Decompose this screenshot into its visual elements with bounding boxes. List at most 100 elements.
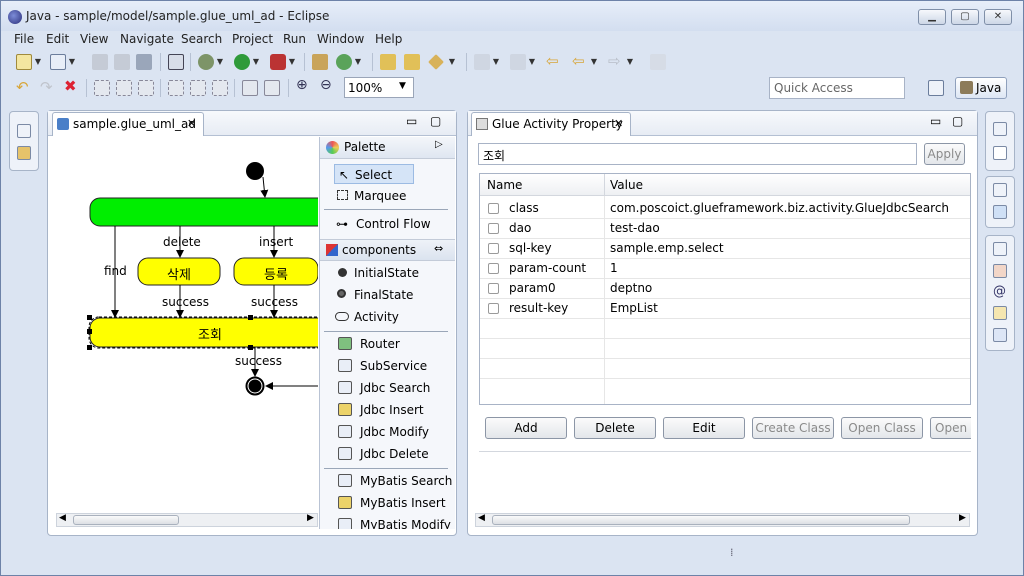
menu-navigate[interactable]: Navigate: [120, 32, 174, 46]
flow-edge[interactable]: [260, 176, 269, 198]
new-icon[interactable]: [16, 54, 32, 70]
menu-edit[interactable]: Edit: [46, 32, 69, 46]
skip-breakpoints-icon[interactable]: [168, 54, 184, 70]
palette-jdbc-search[interactable]: Jdbc Search: [338, 378, 430, 398]
back-dropdown-icon[interactable]: ▼: [590, 54, 598, 70]
selection-handle[interactable]: [248, 315, 253, 320]
open-perspective-icon[interactable]: [928, 80, 944, 96]
minimize-editor-icon[interactable]: ▭: [406, 114, 417, 128]
next-annotation-icon[interactable]: [474, 54, 490, 70]
save-all-icon[interactable]: [114, 54, 130, 70]
initial-state-node[interactable]: [246, 162, 264, 180]
palette-activity[interactable]: Activity: [334, 307, 399, 327]
align-bottom-icon[interactable]: [212, 80, 228, 96]
zoom-out-icon[interactable]: ⊖: [320, 77, 332, 93]
problems-icon[interactable]: [993, 264, 1007, 278]
back-arrow-icon[interactable]: ⇦: [546, 52, 559, 70]
components-drawer-header[interactable]: components ⇔: [320, 239, 455, 261]
maximize-button[interactable]: ▢: [951, 9, 979, 25]
property-view-tab[interactable]: Glue Activity Property ✕: [471, 112, 631, 136]
back-icon[interactable]: ⇦: [572, 52, 585, 70]
selection-handle[interactable]: [87, 315, 92, 320]
apply-button[interactable]: Apply: [924, 143, 965, 165]
save-icon[interactable]: [92, 54, 108, 70]
table-row[interactable]: sql-key sample.emp.select: [480, 238, 970, 258]
restore-icon[interactable]: [993, 183, 1007, 197]
menu-project[interactable]: Project: [232, 32, 273, 46]
scroll-left-icon[interactable]: ◀: [59, 513, 66, 523]
palette-mybatis-insert[interactable]: MyBatis Insert: [338, 493, 446, 513]
palette-mybatis-modify[interactable]: MyBatis Modify: [338, 515, 451, 529]
drawer-collapse-icon[interactable]: ⇔: [434, 242, 443, 255]
restore-icon[interactable]: [993, 122, 1007, 136]
palette-initial-state[interactable]: InitialState: [334, 263, 419, 283]
project-dropdown-icon[interactable]: ▼: [68, 54, 76, 70]
maximize-view-icon[interactable]: ▢: [952, 114, 963, 128]
menu-run[interactable]: Run: [283, 32, 306, 46]
palette-jdbc-insert[interactable]: Jdbc Insert: [338, 400, 424, 420]
property-hscroll-thumb[interactable]: [492, 515, 910, 525]
column-value-header[interactable]: Value: [610, 178, 643, 192]
quick-access-input[interactable]: Quick Access: [769, 77, 905, 99]
align-left-icon[interactable]: [94, 80, 110, 96]
table-row[interactable]: result-key EmpList: [480, 298, 970, 318]
print-icon[interactable]: [136, 54, 152, 70]
new-class-icon[interactable]: [312, 54, 328, 70]
annotation-dropdown-icon[interactable]: ▼: [492, 54, 500, 70]
close-button[interactable]: ✕: [984, 9, 1012, 25]
palette-select-tool[interactable]: ↖ Select: [334, 164, 414, 184]
prev-annotation-icon[interactable]: [510, 54, 526, 70]
palette-subservice[interactable]: SubService: [338, 356, 427, 376]
column-name-header[interactable]: Name: [487, 178, 522, 192]
column-divider[interactable]: [604, 174, 605, 196]
editor-tab[interactable]: sample.glue_uml_ad ✕: [52, 112, 204, 136]
table-row[interactable]: param0 deptno: [480, 278, 970, 298]
scroll-right-icon[interactable]: ▶: [307, 513, 314, 523]
palette-jdbc-delete[interactable]: Jdbc Delete: [338, 444, 429, 464]
debug-dropdown-icon[interactable]: ▼: [216, 54, 224, 70]
forward-dropdown-icon[interactable]: ▼: [626, 54, 634, 70]
javadoc-icon[interactable]: @: [993, 284, 1006, 299]
menu-search[interactable]: Search: [181, 32, 222, 46]
table-row[interactable]: param-count 1: [480, 258, 970, 278]
wizard-dropdown-icon[interactable]: ▼: [354, 54, 362, 70]
debug-icon[interactable]: [198, 54, 214, 70]
palette-control-flow[interactable]: ⊶ Control Flow: [334, 214, 431, 234]
open-source-button[interactable]: Open S: [930, 417, 971, 439]
pencil-dropdown-icon[interactable]: ▼: [448, 54, 456, 70]
minimize-view-icon[interactable]: ▭: [930, 114, 941, 128]
pencil-icon[interactable]: [428, 54, 444, 70]
align-right-icon[interactable]: [138, 80, 154, 96]
row-checkbox[interactable]: [488, 263, 499, 274]
property-hscrollbar[interactable]: ◀ ▶: [475, 513, 970, 527]
menu-view[interactable]: View: [80, 32, 108, 46]
new-project-icon[interactable]: [50, 54, 66, 70]
maximize-editor-icon[interactable]: ▢: [430, 114, 441, 128]
open-class-button[interactable]: Open Class: [841, 417, 923, 439]
zoom-in-icon[interactable]: ⊕: [296, 77, 308, 93]
close-tab-icon[interactable]: ✕: [614, 113, 623, 135]
restore-icon[interactable]: [993, 242, 1007, 256]
table-row[interactable]: dao test-dao: [480, 218, 970, 238]
open-folder-icon[interactable]: [404, 54, 420, 70]
selection-handle[interactable]: [87, 345, 92, 350]
hierarchy-icon[interactable]: [17, 146, 31, 160]
delete-icon[interactable]: ✖: [64, 77, 77, 95]
selection-handle[interactable]: [248, 345, 253, 350]
close-tab-icon[interactable]: ✕: [187, 113, 196, 135]
router-node[interactable]: [89, 197, 318, 227]
outline-icon[interactable]: [993, 205, 1007, 219]
table-row[interactable]: class com.poscoict.glueframework.biz.act…: [480, 198, 970, 218]
zoom-combo[interactable]: 100% ▼: [344, 77, 414, 98]
palette-collapse-icon[interactable]: ▷: [435, 139, 443, 150]
match-height-icon[interactable]: [264, 80, 280, 96]
declaration-icon[interactable]: [993, 306, 1007, 320]
palette-mybatis-search[interactable]: MyBatis Search: [338, 471, 452, 491]
row-checkbox[interactable]: [488, 203, 499, 214]
palette-final-state[interactable]: FinalState: [334, 285, 413, 305]
menu-file[interactable]: File: [14, 32, 34, 46]
palette-router[interactable]: Router: [338, 334, 400, 354]
run-icon[interactable]: [234, 54, 250, 70]
open-type-icon[interactable]: [380, 54, 396, 70]
minimize-button[interactable]: ▁: [918, 9, 946, 25]
